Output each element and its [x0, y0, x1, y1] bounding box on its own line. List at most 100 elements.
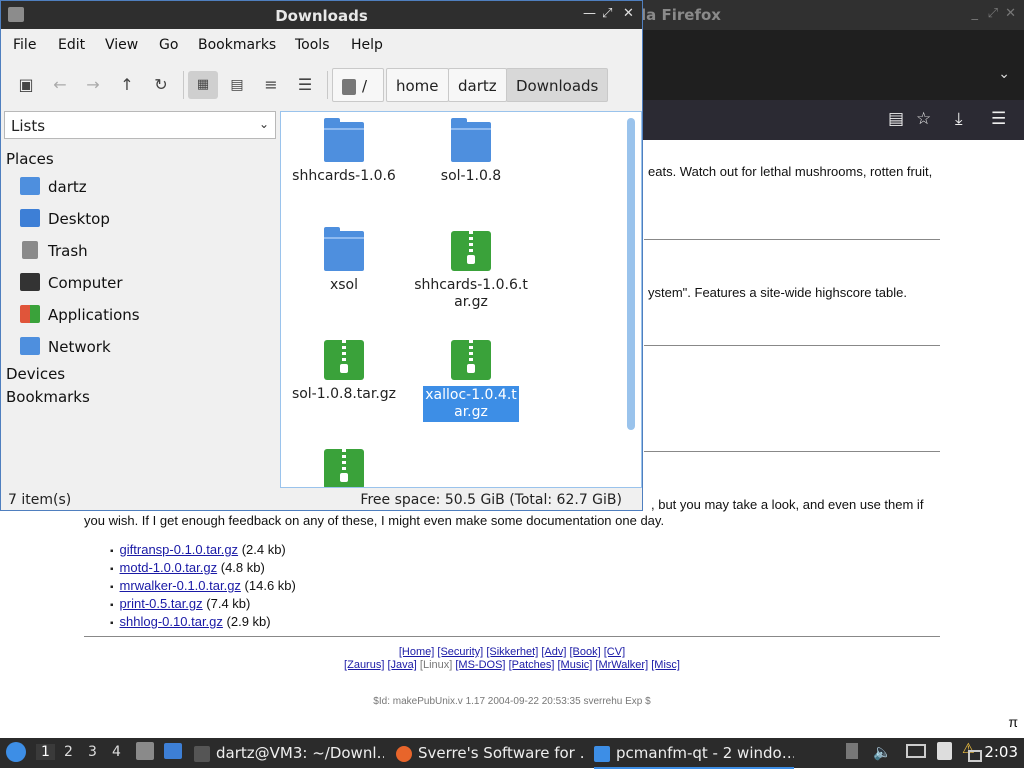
menu-help[interactable]: Help: [351, 37, 383, 53]
footer-link-zaurus[interactable]: [Zaurus]: [344, 659, 384, 671]
file-item-archive[interactable]: shhcards-1.0.6.tar.gz: [411, 223, 531, 311]
chevron-down-icon: ⌄: [258, 117, 269, 131]
desktop-icon: [20, 209, 40, 227]
pi-link[interactable]: π: [1008, 714, 1018, 730]
reload-icon[interactable]: ↻: [146, 71, 176, 99]
place-item-computer[interactable]: Computer: [18, 269, 268, 297]
devices-header[interactable]: Devices: [6, 365, 65, 383]
file-manager-launcher-icon[interactable]: [136, 742, 154, 760]
maximize-icon[interactable]: ⤢: [602, 6, 612, 21]
workspace-1[interactable]: 1: [36, 744, 55, 760]
reader-view-icon[interactable]: ▤: [888, 109, 904, 129]
place-item-applications[interactable]: Applications: [18, 301, 268, 329]
footer-link-cv[interactable]: [CV]: [604, 646, 625, 658]
paragraph-text: ystem". Features a site-wide highscore t…: [648, 285, 907, 300]
menu-file[interactable]: File: [13, 37, 36, 53]
download-link[interactable]: mrwalker-0.1.0.tar.gz: [120, 578, 241, 593]
menu-go[interactable]: Go: [159, 37, 178, 53]
list-item: giftransp-0.1.0.tar.gz (2.4 kb): [110, 542, 296, 560]
task-terminal[interactable]: dartz@VM3: ~/Downl…: [194, 740, 384, 767]
close-icon[interactable]: ✕: [623, 6, 634, 21]
task-firefox[interactable]: Sverre's Software for …: [396, 740, 586, 767]
forward-icon[interactable]: →: [78, 71, 108, 99]
file-name: shhcards-1.0.6.tar.gz: [414, 277, 528, 310]
workspace-3[interactable]: 3: [88, 744, 97, 760]
footer-link-music[interactable]: [Music]: [557, 659, 592, 671]
place-item-network[interactable]: Network: [18, 333, 268, 361]
volume-icon[interactable]: 🔈: [873, 743, 892, 761]
place-item-dartz[interactable]: dartz: [18, 173, 268, 201]
footer-link-mrwalker[interactable]: [MrWalker]: [595, 659, 648, 671]
toolbar-separator: [183, 71, 184, 99]
footer-link-patches[interactable]: [Patches]: [509, 659, 555, 671]
file-item-folder[interactable]: sol-1.0.8: [411, 114, 531, 185]
icon-view-icon[interactable]: ▦: [188, 71, 218, 99]
keyboard-icon[interactable]: [906, 744, 926, 758]
new-tab-icon[interactable]: ▣: [11, 71, 41, 99]
footer-link-misc[interactable]: [Misc]: [651, 659, 680, 671]
task-pcmanfm[interactable]: pcmanfm-qt - 2 windo…: [594, 740, 794, 769]
menu-edit[interactable]: Edit: [58, 37, 85, 53]
menu-bookmarks[interactable]: Bookmarks: [198, 37, 276, 53]
close-icon[interactable]: ✕: [1005, 6, 1016, 21]
file-name: sol-1.0.8.tar.gz: [291, 386, 397, 402]
vertical-scrollbar[interactable]: [627, 118, 635, 430]
breadcrumb-dartz[interactable]: dartz: [448, 68, 507, 102]
footer-link-adv[interactable]: [Adv]: [541, 646, 566, 658]
download-link[interactable]: motd-1.0.0.tar.gz: [120, 560, 218, 575]
place-item-desktop[interactable]: Desktop: [18, 205, 268, 233]
footer-link-java[interactable]: [Java]: [387, 659, 416, 671]
divider: [644, 239, 940, 240]
file-item-archive[interactable]: [284, 441, 404, 487]
maximize-icon[interactable]: ⤢: [988, 6, 998, 21]
breadcrumb-label: /: [362, 77, 368, 95]
taskbar: 1 2 3 4 dartz@VM3: ~/Downl… Sverre's Sof…: [0, 738, 1024, 769]
workspace-4[interactable]: 4: [112, 744, 121, 760]
footer-link-home[interactable]: [Home]: [399, 646, 434, 658]
battery-icon[interactable]: [846, 743, 858, 759]
workspace-2[interactable]: 2: [64, 744, 73, 760]
up-icon[interactable]: ↑: [112, 71, 142, 99]
clipboard-icon[interactable]: [937, 742, 952, 760]
file-item-folder[interactable]: shhcards-1.0.6: [284, 114, 404, 185]
network-icon[interactable]: [968, 750, 982, 762]
clock[interactable]: 2:03: [984, 743, 1018, 761]
show-desktop-icon[interactable]: [164, 743, 182, 759]
footer-link-sikkerhet[interactable]: [Sikkerhet]: [486, 646, 538, 658]
breadcrumb-root[interactable]: /: [332, 68, 384, 102]
file-manager-window: Downloads — ⤢ ✕ File Edit View Go Bookma…: [0, 0, 643, 511]
archive-icon: [451, 340, 491, 380]
file-item-archive[interactable]: sol-1.0.8.tar.gz: [284, 332, 404, 403]
star-icon[interactable]: ☆: [916, 109, 931, 129]
side-pane-mode-select[interactable]: Lists ⌄: [4, 111, 276, 139]
chevron-down-icon[interactable]: ⌄: [998, 66, 1010, 82]
menu-tools[interactable]: Tools: [295, 37, 330, 53]
file-item-folder[interactable]: xsol: [284, 223, 404, 294]
file-icon-view[interactable]: shhcards-1.0.6 sol-1.0.8 xsol shhcards-1…: [280, 111, 642, 488]
footer-link-book[interactable]: [Book]: [569, 646, 600, 658]
footer-link-security[interactable]: [Security]: [437, 646, 483, 658]
menu-icon[interactable]: ☰: [991, 109, 1006, 129]
menu-view[interactable]: View: [105, 37, 138, 53]
place-label: Computer: [48, 274, 123, 292]
breadcrumb-downloads[interactable]: Downloads: [506, 68, 609, 102]
minimize-icon[interactable]: _: [972, 6, 979, 21]
start-menu-icon[interactable]: [6, 742, 26, 762]
detailed-view-icon[interactable]: ☰: [290, 71, 320, 99]
file-item-archive-selected[interactable]: xalloc-1.0.4.tar.gz: [411, 332, 531, 422]
bookmarks-header[interactable]: Bookmarks: [6, 388, 90, 406]
breadcrumb-home[interactable]: home: [386, 68, 449, 102]
places-header[interactable]: Places: [6, 150, 54, 168]
download-link[interactable]: print-0.5.tar.gz: [120, 596, 203, 611]
thumbnail-view-icon[interactable]: ▤: [222, 71, 252, 99]
side-pane: Lists ⌄ Places dartz Desktop Trash Compu…: [4, 111, 277, 491]
compact-view-icon[interactable]: ≡: [256, 71, 286, 99]
download-link[interactable]: giftransp-0.1.0.tar.gz: [120, 542, 239, 557]
place-item-trash[interactable]: Trash: [18, 237, 268, 265]
footer-link-msdos[interactable]: [MS-DOS]: [455, 659, 505, 671]
download-icon[interactable]: ⤓: [955, 109, 963, 129]
minimize-icon[interactable]: —: [583, 6, 596, 21]
back-icon[interactable]: ←: [45, 71, 75, 99]
download-link[interactable]: shhlog-0.10.tar.gz: [120, 614, 223, 629]
home-folder-icon: [20, 177, 40, 195]
